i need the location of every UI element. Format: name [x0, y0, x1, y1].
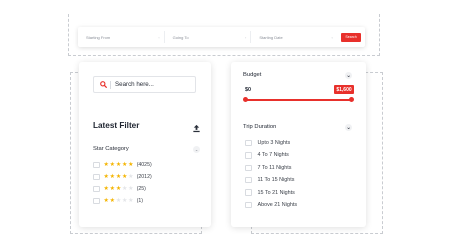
duration-option[interactable]: Above 21 Nights [245, 201, 297, 209]
duration-checkbox[interactable] [245, 139, 252, 147]
star-category-label: Star Category [93, 146, 129, 152]
star-icon: ★ [103, 160, 110, 168]
duration-label: 15 To 21 Nights [257, 189, 295, 196]
starting-from-field[interactable]: Starting From ◦ [82, 31, 165, 43]
search-button[interactable]: Search [341, 32, 362, 42]
star-rating: ★ ★ ★ ★ ★ [103, 172, 134, 180]
duration-label: 11 To 15 Nights [257, 177, 295, 184]
star-icon: ★ [128, 160, 134, 168]
search-icon [100, 81, 107, 88]
starting-date-label: Starting Date [259, 34, 283, 40]
duration-option[interactable]: 15 To 21 Nights [245, 189, 295, 197]
duration-label: Upto 3 Nights [257, 140, 291, 146]
filter-card: Search here... Latest Filter Star Catego… [79, 62, 211, 227]
star-icon: ★ [115, 184, 122, 192]
star-icon: ★ [109, 184, 116, 192]
duration-label: 7 To 11 Nights [257, 164, 292, 171]
star-icon: ★ [128, 172, 134, 180]
duration-checkbox[interactable] [245, 189, 252, 196]
duration-checkbox[interactable] [245, 164, 252, 172]
duration-option[interactable]: 11 To 15 Nights [245, 176, 294, 184]
rating-row[interactable]: ★ ★ ★ ★ ★ (1) [93, 197, 143, 205]
rating-row[interactable]: ★ ★ ★ ★ ★ (25) [93, 185, 146, 193]
star-rating: ★ ★ ★ ★ ★ [103, 184, 134, 192]
star-icon: ★ [121, 160, 128, 168]
star-icon: ★ [109, 172, 116, 180]
chevron-down-icon[interactable]: ⌄ [345, 72, 352, 79]
star-icon: ★ [121, 184, 128, 192]
rating-checkbox[interactable] [93, 173, 100, 181]
duration-label: 4 To 7 Nights [257, 152, 289, 159]
rating-row[interactable]: ★ ★ ★ ★ ★ (4025) [93, 161, 152, 169]
going-to-field[interactable]: Going To ◦ [169, 31, 252, 43]
star-icon: ★ [109, 196, 116, 204]
duration-checkbox[interactable] [245, 152, 252, 159]
rating-checkbox[interactable] [93, 197, 100, 205]
budget-slider-max-handle[interactable] [349, 97, 354, 102]
budget-slider-track[interactable] [245, 99, 352, 101]
search-placeholder: Search here... [115, 81, 154, 88]
duration-option[interactable]: Upto 3 Nights [245, 139, 290, 147]
rating-count: (25) [136, 186, 146, 192]
latest-filter-title: Latest Filter [93, 121, 140, 130]
budget-card: Budget ⌄ $0 $1,600 Trip Duration ⌄ Upto … [231, 62, 366, 227]
rating-row[interactable]: ★ ★ ★ ★ ★ (2012) [93, 173, 152, 181]
duration-checkbox[interactable] [245, 201, 252, 209]
budget-max-value: $1,600 [334, 85, 354, 94]
star-icon: ★ [121, 172, 128, 180]
budget-slider-min-handle[interactable] [243, 97, 248, 102]
star-rating: ★ ★ ★ ★ ★ [103, 196, 134, 204]
duration-checkbox[interactable] [245, 176, 252, 184]
duration-option[interactable]: 7 To 11 Nights [245, 164, 291, 172]
search-input[interactable]: Search here... [93, 76, 196, 93]
star-icon: ★ [128, 184, 134, 192]
starting-date-field[interactable]: Starting Date ▫ [255, 31, 337, 43]
upload-icon[interactable] [192, 120, 201, 133]
star-icon: ★ [103, 172, 110, 180]
star-icon: ★ [115, 160, 122, 168]
star-icon: ★ [115, 196, 122, 204]
star-icon: ★ [103, 184, 110, 192]
budget-min-value: $0 [245, 87, 251, 93]
chevron-down-icon[interactable]: ⌄ [193, 146, 200, 153]
budget-title: Budget [243, 72, 262, 78]
trip-search-bar: Starting From ◦ Going To ◦ Starting Date… [78, 27, 365, 47]
star-icon: ★ [121, 196, 128, 204]
star-icon: ★ [115, 172, 122, 180]
rating-count: (2012) [136, 174, 152, 180]
starting-from-label: Starting From [86, 34, 111, 40]
star-rating: ★ ★ ★ ★ ★ [103, 160, 134, 168]
duration-label: Above 21 Nights [257, 202, 298, 208]
rating-checkbox[interactable] [93, 185, 100, 193]
rating-count: (4025) [136, 162, 152, 168]
rating-checkbox[interactable] [93, 161, 100, 169]
star-icon: ★ [103, 196, 110, 204]
search-divider [110, 80, 111, 89]
location-icon: ◦ [244, 34, 247, 40]
going-to-label: Going To [172, 34, 189, 40]
star-icon: ★ [109, 160, 116, 168]
trip-duration-title: Trip Duration [243, 124, 277, 130]
star-icon: ★ [128, 196, 134, 204]
location-icon: ◦ [158, 34, 160, 40]
chevron-down-icon[interactable]: ⌄ [345, 124, 352, 131]
calendar-icon: ▫ [331, 34, 334, 40]
duration-option[interactable]: 4 To 7 Nights [245, 151, 289, 159]
rating-count: (1) [136, 198, 144, 204]
